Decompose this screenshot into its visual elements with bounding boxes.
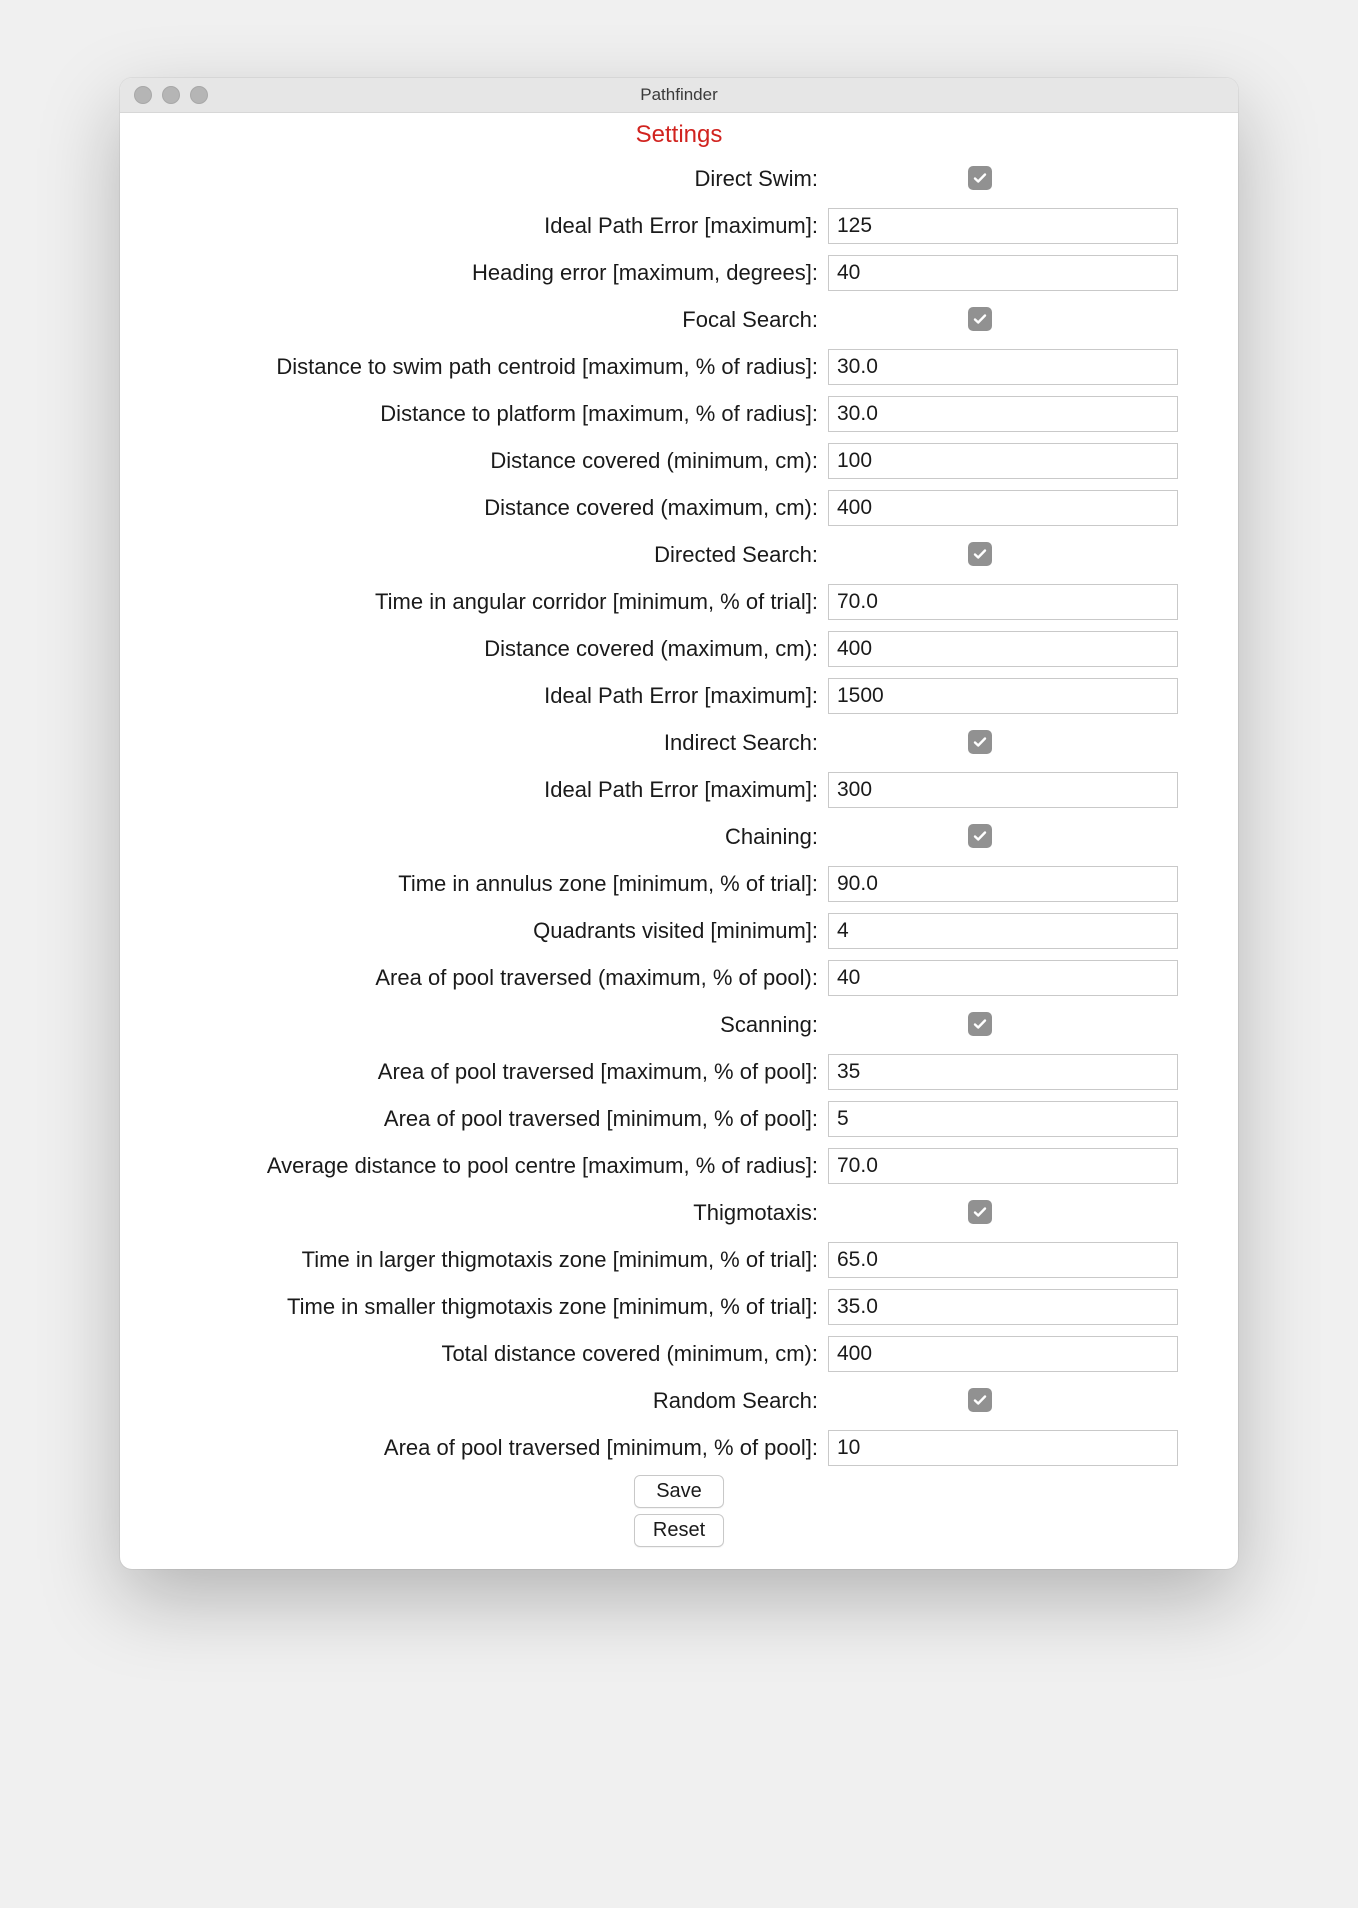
chaining-label: Chaining: [138, 824, 828, 850]
random-search-label: Random Search: [138, 1388, 828, 1414]
annulus-time-input[interactable] [828, 866, 1178, 902]
directed-search-checkbox[interactable] [968, 542, 992, 566]
directed-ipe-label: Ideal Path Error [maximum]: [138, 683, 828, 709]
ideal-path-error-label: Ideal Path Error [maximum]: [138, 213, 828, 239]
titlebar: Pathfinder [120, 78, 1238, 113]
close-icon[interactable] [134, 86, 152, 104]
settings-panel: Settings Direct Swim: Ideal Path Error [… [120, 113, 1238, 1569]
focal-dist-cov-max-input[interactable] [828, 490, 1178, 526]
directed-search-label: Directed Search: [138, 542, 828, 568]
scanning-checkbox[interactable] [968, 1012, 992, 1036]
dist-centroid-label: Distance to swim path centroid [maximum,… [138, 354, 828, 380]
quadrants-label: Quadrants visited [minimum]: [138, 918, 828, 944]
scanning-area-max-label: Area of pool traversed [maximum, % of po… [138, 1059, 828, 1085]
direct-swim-label: Direct Swim: [138, 166, 828, 192]
quadrants-input[interactable] [828, 913, 1178, 949]
window-title: Pathfinder [640, 85, 718, 105]
angular-corridor-input[interactable] [828, 584, 1178, 620]
chaining-area-max-input[interactable] [828, 960, 1178, 996]
larger-thigmo-input[interactable] [828, 1242, 1178, 1278]
page-title: Settings [138, 121, 1220, 149]
focal-dist-cov-min-input[interactable] [828, 443, 1178, 479]
random-search-row: Random Search: [138, 1377, 1220, 1424]
focal-search-row: Focal Search: [138, 296, 1220, 343]
smaller-thigmo-input[interactable] [828, 1289, 1178, 1325]
focal-search-label: Focal Search: [138, 307, 828, 333]
random-area-min-label: Area of pool traversed [minimum, % of po… [138, 1435, 828, 1461]
focal-dist-cov-min-label: Distance covered (minimum, cm): [138, 448, 828, 474]
focal-search-checkbox[interactable] [968, 307, 992, 331]
scanning-area-max-input[interactable] [828, 1054, 1178, 1090]
random-search-checkbox[interactable] [968, 1388, 992, 1412]
heading-error-input[interactable] [828, 255, 1178, 291]
ideal-path-error-input[interactable] [828, 208, 1178, 244]
thigmotaxis-label: Thigmotaxis: [138, 1200, 828, 1226]
directed-search-row: Directed Search: [138, 531, 1220, 578]
direct-swim-row: Direct Swim: [138, 155, 1220, 202]
window-controls [134, 86, 208, 104]
total-dist-label: Total distance covered (minimum, cm): [138, 1341, 828, 1367]
scanning-row: Scanning: [138, 1001, 1220, 1048]
focal-dist-cov-max-label: Distance covered (maximum, cm): [138, 495, 828, 521]
chaining-checkbox[interactable] [968, 824, 992, 848]
directed-dist-cov-max-input[interactable] [828, 631, 1178, 667]
thigmotaxis-checkbox[interactable] [968, 1200, 992, 1224]
larger-thigmo-label: Time in larger thigmotaxis zone [minimum… [138, 1247, 828, 1273]
total-dist-input[interactable] [828, 1336, 1178, 1372]
random-area-min-input[interactable] [828, 1430, 1178, 1466]
save-button[interactable]: Save [634, 1475, 724, 1508]
dist-platform-input[interactable] [828, 396, 1178, 432]
directed-dist-cov-max-label: Distance covered (maximum, cm): [138, 636, 828, 662]
app-window: Pathfinder Settings Direct Swim: Ideal P… [120, 78, 1238, 1569]
indirect-search-label: Indirect Search: [138, 730, 828, 756]
heading-error-label: Heading error [maximum, degrees]: [138, 260, 828, 286]
avg-dist-centre-label: Average distance to pool centre [maximum… [138, 1153, 828, 1179]
thigmotaxis-row: Thigmotaxis: [138, 1189, 1220, 1236]
dist-platform-label: Distance to platform [maximum, % of radi… [138, 401, 828, 427]
minimize-icon[interactable] [162, 86, 180, 104]
avg-dist-centre-input[interactable] [828, 1148, 1178, 1184]
chaining-row: Chaining: [138, 813, 1220, 860]
indirect-ipe-input[interactable] [828, 772, 1178, 808]
indirect-ipe-label: Ideal Path Error [maximum]: [138, 777, 828, 803]
angular-corridor-label: Time in angular corridor [minimum, % of … [138, 589, 828, 615]
zoom-icon[interactable] [190, 86, 208, 104]
direct-swim-checkbox[interactable] [968, 166, 992, 190]
annulus-time-label: Time in annulus zone [minimum, % of tria… [138, 871, 828, 897]
scanning-area-min-label: Area of pool traversed [minimum, % of po… [138, 1106, 828, 1132]
directed-ipe-input[interactable] [828, 678, 1178, 714]
dist-centroid-input[interactable] [828, 349, 1178, 385]
scanning-label: Scanning: [138, 1012, 828, 1038]
reset-button[interactable]: Reset [634, 1514, 724, 1547]
smaller-thigmo-label: Time in smaller thigmotaxis zone [minimu… [138, 1294, 828, 1320]
indirect-search-checkbox[interactable] [968, 730, 992, 754]
chaining-area-max-label: Area of pool traversed (maximum, % of po… [138, 965, 828, 991]
indirect-search-row: Indirect Search: [138, 719, 1220, 766]
scanning-area-min-input[interactable] [828, 1101, 1178, 1137]
